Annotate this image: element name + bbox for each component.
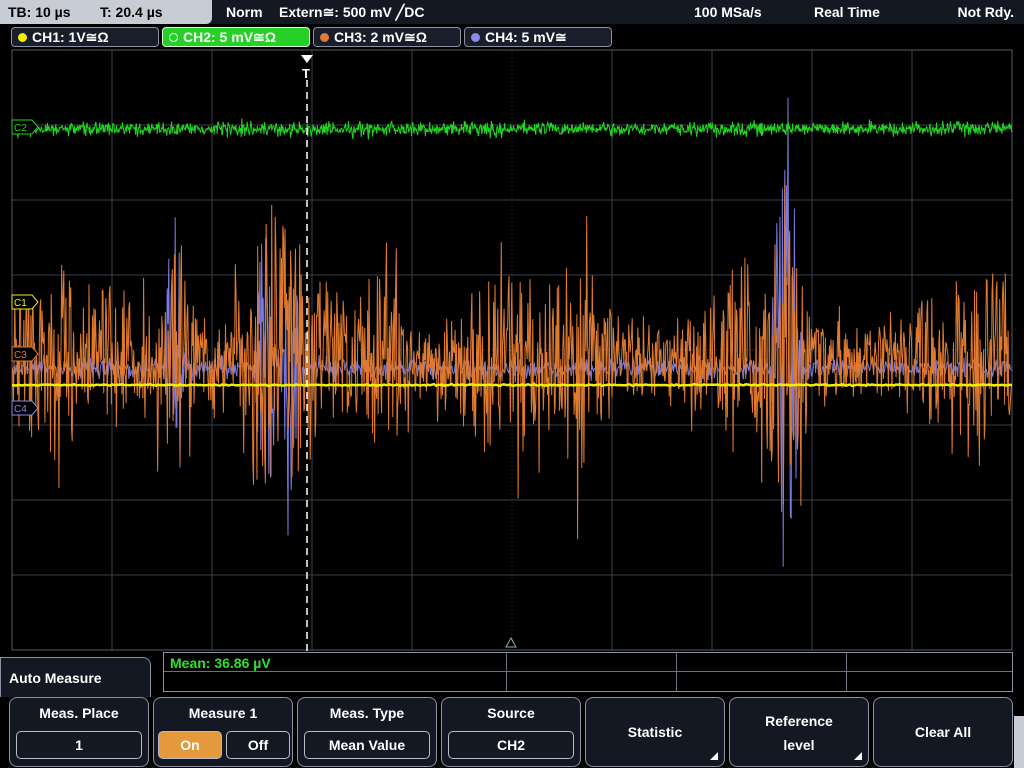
meas-type-softkey[interactable]: Meas. Type Mean Value	[297, 697, 437, 767]
tab-ch3[interactable]: CH3: 2 mV≅Ω	[313, 27, 461, 47]
measure1-label: Measure 1	[188, 705, 258, 721]
menu-scroll-edge	[1014, 716, 1024, 768]
svg-text:C4: C4	[14, 404, 27, 415]
clear-all-label: Clear All	[914, 724, 972, 740]
source-value[interactable]: CH2	[448, 731, 574, 759]
meas-place-label: Meas. Place	[39, 705, 119, 721]
ch3-label: CH3: 2 mV≅Ω	[334, 29, 427, 45]
timebase-box[interactable]: TB: 10 µs T: 20.4 µs	[0, 0, 212, 24]
svg-text:C1: C1	[14, 298, 27, 309]
sample-rate: 100 MSa/s	[694, 4, 762, 20]
ch3-color-dot	[320, 33, 329, 42]
ch4-color-dot	[471, 33, 480, 42]
meas-type-value[interactable]: Mean Value	[304, 731, 430, 759]
ch1-waveform	[12, 382, 1013, 388]
meas-type-label: Meas. Type	[329, 705, 405, 721]
reference-level-label-line1: Reference	[765, 713, 833, 729]
menu-title: Auto Measure	[9, 670, 102, 686]
trigger-time-value: T: 20.4 µs	[100, 4, 163, 20]
ch2-color-dot	[169, 33, 178, 42]
submenu-arrow-icon	[710, 752, 718, 760]
tab-ch1[interactable]: CH1: 1V≅Ω	[11, 27, 159, 47]
ch3-offset-marker[interactable]: C3	[11, 346, 39, 362]
statistic-softkey[interactable]: Statistic	[585, 697, 725, 767]
menu-title-tab: Auto Measure	[0, 657, 151, 697]
measure1-on-toggle[interactable]: On	[158, 731, 222, 759]
meas-place-softkey[interactable]: Meas. Place 1	[9, 697, 149, 767]
ch1-color-dot	[18, 33, 27, 42]
trigger-source[interactable]: Extern≅: 500 mV ╱DC	[279, 4, 424, 21]
ch1-label: CH1: 1V≅Ω	[32, 29, 109, 45]
reference-level-softkey[interactable]: Reference level	[729, 697, 869, 767]
submenu-arrow-icon	[854, 752, 862, 760]
acquisition-status: Not Rdy.	[957, 4, 1014, 20]
timebase-value: TB: 10 µs	[8, 4, 71, 20]
ch4-label: CH4: 5 mV≅	[485, 29, 567, 45]
tab-ch2[interactable]: CH2: 5 mV≅Ω	[162, 27, 310, 47]
measure1-off-toggle[interactable]: Off	[226, 731, 290, 759]
measurement-result-panel: Mean: 36.86 µV	[163, 652, 1013, 692]
waveform-display[interactable]: C2 C1 C3 C4 T	[0, 48, 1024, 652]
trigger-mode[interactable]: Norm	[226, 4, 263, 20]
measure1-softkey[interactable]: Measure 1 On Off	[153, 697, 293, 767]
svg-text:C3: C3	[14, 350, 27, 361]
clear-all-softkey[interactable]: Clear All	[873, 697, 1013, 767]
ch1-offset-marker[interactable]: C1	[11, 294, 39, 310]
status-bar: TB: 10 µs T: 20.4 µs Norm Extern≅: 500 m…	[0, 0, 1024, 24]
statistic-label: Statistic	[627, 724, 683, 740]
svg-text:C2: C2	[14, 123, 27, 134]
acquisition-mode[interactable]: Real Time	[814, 4, 880, 20]
ch2-offset-marker[interactable]: C2	[11, 119, 39, 135]
reference-level-label-line2: level	[783, 737, 815, 753]
source-label: Source	[487, 705, 535, 721]
meas-place-value[interactable]: 1	[16, 731, 142, 759]
source-softkey[interactable]: Source CH2	[441, 697, 581, 767]
mean-measurement-value: Mean: 36.86 µV	[170, 655, 271, 671]
ch2-label: CH2: 5 mV≅Ω	[183, 29, 276, 45]
ch4-offset-marker[interactable]: C4	[11, 400, 39, 416]
tab-ch4[interactable]: CH4: 5 mV≅	[464, 27, 612, 47]
svg-text:T: T	[302, 66, 310, 81]
